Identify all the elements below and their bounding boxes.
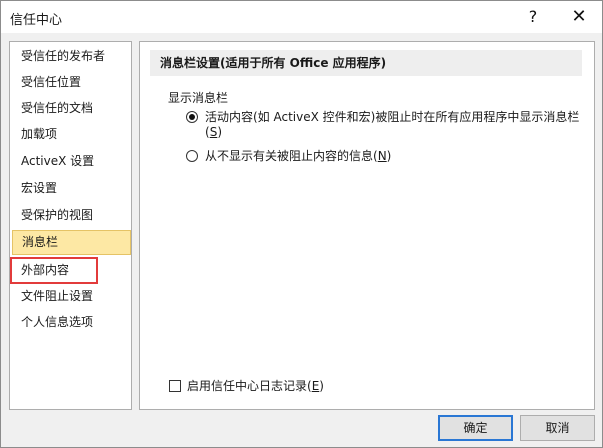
sidebar-item-privacy-options[interactable]: 个人信息选项 <box>10 310 131 335</box>
sidebar-item-file-block-settings[interactable]: 文件阻止设置 <box>10 284 131 309</box>
ok-button[interactable]: 确定 <box>438 415 513 441</box>
sidebar-item-trusted-locations[interactable]: 受信任位置 <box>10 70 131 95</box>
external-content-highlight-box <box>10 257 98 284</box>
sidebar-item-macro-settings[interactable]: 宏设置 <box>10 176 131 201</box>
message-bar-settings-panel: 消息栏设置(适用于所有 Office 应用程序) 显示消息栏 活动内容(如 Ac… <box>139 41 595 410</box>
show-message-bar-label: 显示消息栏 <box>168 91 229 105</box>
close-button[interactable]: ✕ <box>556 1 602 33</box>
section-title: 消息栏设置(适用于所有 Office 应用程序) <box>150 50 582 76</box>
radio-button-checked[interactable] <box>186 111 198 123</box>
title-bar: 信任中心 ? ✕ <box>1 1 602 33</box>
never-show-info-option-label: 从不显示有关被阻止内容的信息(N) <box>205 149 392 163</box>
window-title: 信任中心 <box>10 13 63 28</box>
enable-logging-checkbox[interactable] <box>169 380 181 392</box>
sidebar-item-activex-settings[interactable]: ActiveX 设置 <box>10 149 131 174</box>
sidebar-item-message-bar[interactable]: 消息栏 <box>12 230 131 255</box>
sidebar-item-protected-view[interactable]: 受保护的视图 <box>10 203 131 228</box>
sidebar-item-trusted-documents[interactable]: 受信任的文档 <box>10 96 131 121</box>
sidebar-item-add-ins[interactable]: 加载项 <box>10 122 131 147</box>
cancel-button[interactable]: 取消 <box>520 415 595 441</box>
sidebar-item-trusted-publishers[interactable]: 受信任的发布者 <box>10 44 131 69</box>
show-message-bar-option-label: 活动内容(如 ActiveX 控件和宏)被阻止时在所有应用程序中显示消息栏 (S… <box>205 110 580 139</box>
trust-center-dialog: 信任中心 ? ✕ 受信任的发布者 受信任位置 受信任的文档 加载项 Active… <box>0 0 603 448</box>
help-button[interactable]: ? <box>510 1 556 33</box>
sidebar: 受信任的发布者 受信任位置 受信任的文档 加载项 ActiveX 设置 宏设置 … <box>9 41 132 410</box>
enable-logging-label: 启用信任中心日志记录(E) <box>187 379 324 393</box>
radio-button-unchecked[interactable] <box>186 150 198 162</box>
